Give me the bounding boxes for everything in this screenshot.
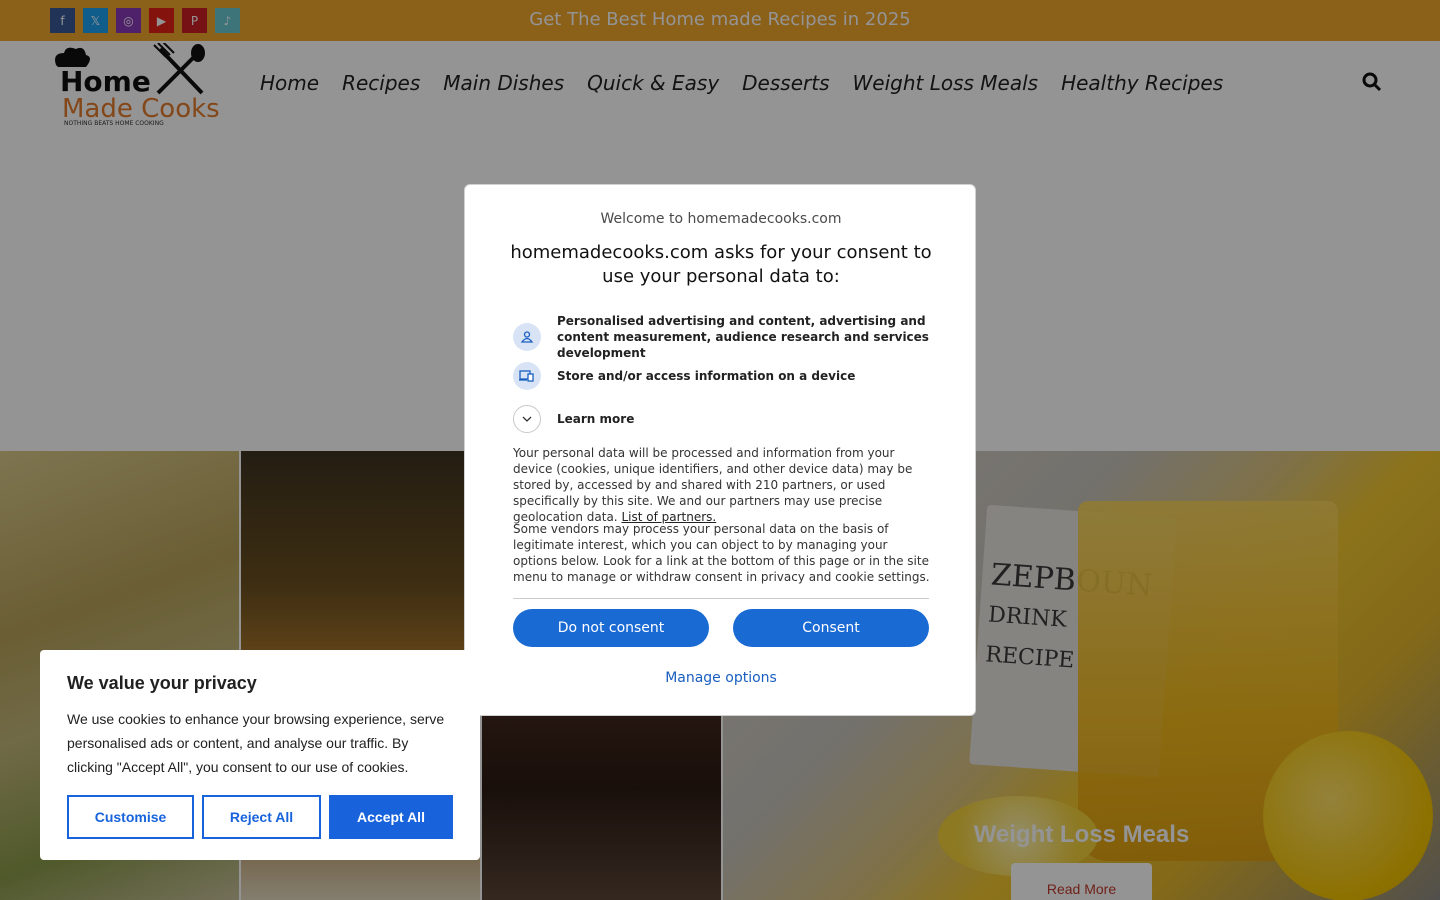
learn-more-toggle[interactable]: Learn more [513,405,933,433]
purpose-item-storage: Store and/or access information on a dev… [513,362,933,390]
accept-all-button[interactable]: Accept All [329,795,453,839]
dialog-paragraph-2: Some vendors may process your personal d… [513,522,930,584]
person-icon [513,323,541,351]
purpose-advertising-text: Personalised advertising and content, ad… [557,314,929,360]
customise-button[interactable]: Customise [67,795,194,839]
consent-button[interactable]: Consent [733,609,929,647]
manage-options-link[interactable]: Manage options [465,670,977,686]
dialog-title: homemadecooks.com asks for your consent … [510,242,932,287]
do-not-consent-button[interactable]: Do not consent [513,609,709,647]
chevron-down-icon[interactable] [513,405,541,433]
cookie-banner: We value your privacy We use cookies to … [40,650,480,860]
dialog-paragraph-1: Your personal data will be processed and… [513,445,933,525]
reject-all-button[interactable]: Reject All [202,795,321,839]
cookie-banner-text: We use cookies to enhance your browsing … [67,711,445,775]
purpose-item-advertising: Personalised advertising and content, ad… [513,313,933,361]
purpose-storage-text: Store and/or access information on a dev… [557,369,856,383]
consent-dialog: Welcome to homemadecooks.com homemadecoo… [464,184,976,716]
learn-more-text[interactable]: Learn more [557,411,634,427]
cookie-banner-title: We value your privacy [67,673,257,693]
devices-icon [513,362,541,390]
dialog-divider [513,598,929,599]
dialog-welcome: Welcome to homemadecooks.com [600,211,842,227]
